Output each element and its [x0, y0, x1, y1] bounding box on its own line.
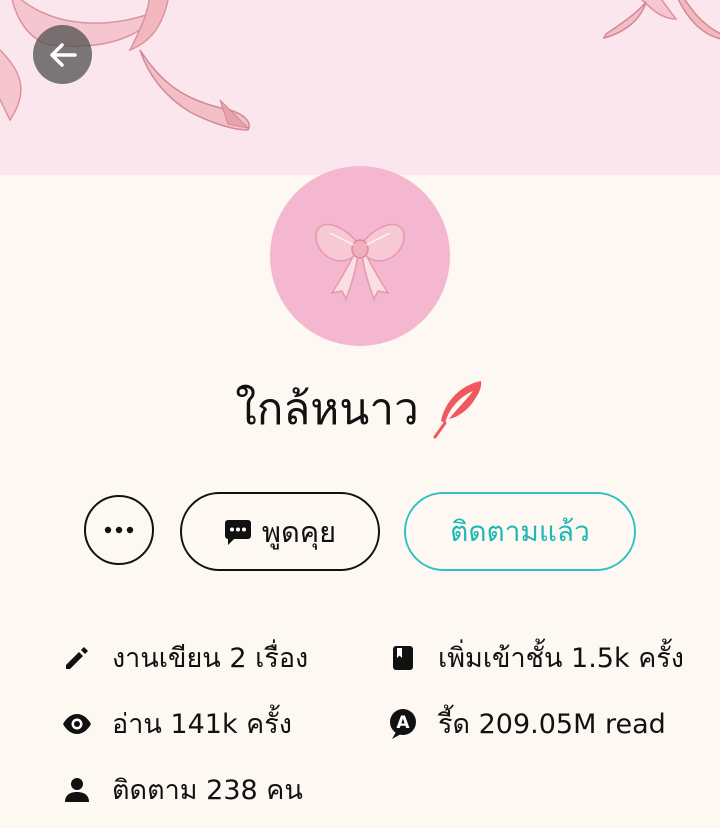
profile-name: ใกล้หนาว	[235, 384, 419, 435]
profile-actions: พูดคุย ติดตามแล้ว	[0, 492, 720, 572]
book-icon	[388, 643, 418, 673]
stat-reads-total: A รี้ด 209.05M read	[388, 702, 666, 745]
avatar[interactable]	[270, 166, 450, 346]
chat-bubble-icon	[224, 519, 251, 545]
svg-text:A: A	[396, 713, 410, 733]
eye-icon	[62, 709, 92, 739]
pencil-icon	[62, 643, 92, 673]
more-dots-icon	[104, 526, 134, 534]
following-button-label: ติดตามแล้ว	[450, 514, 590, 548]
more-options-button[interactable]	[84, 495, 154, 565]
stat-followers: ติดตาม 238 คน	[62, 768, 303, 811]
stat-followers-label: ติดตาม 238 คน	[112, 775, 303, 806]
a-badge-icon: A	[388, 708, 418, 739]
back-button[interactable]	[33, 25, 92, 84]
arrow-left-icon	[49, 42, 77, 67]
stat-reads: อ่าน 141k ครั้ง	[62, 702, 292, 745]
profile-name-row: ใกล้หนาว	[0, 370, 720, 448]
bow-image	[315, 223, 405, 301]
chat-button[interactable]: พูดคุย	[180, 492, 380, 571]
feather-icon	[433, 381, 481, 439]
profile-banner	[0, 0, 720, 175]
stat-library: เพิ่มเข้าชั้น 1.5k ครั้ง	[388, 636, 684, 679]
chat-button-label: พูดคุย	[261, 514, 337, 549]
stat-library-label: เพิ่มเข้าชั้น 1.5k ครั้ง	[438, 643, 684, 674]
ribbon-decoration-right	[602, 0, 720, 40]
following-button[interactable]: ติดตามแล้ว	[404, 492, 636, 571]
person-icon	[62, 775, 92, 805]
stat-reads-total-label: รี้ด 209.05M read	[438, 709, 666, 740]
stat-reads-label: อ่าน 141k ครั้ง	[112, 709, 292, 740]
stat-works-label: งานเขียน 2 เรื่อง	[112, 643, 309, 674]
stat-works: งานเขียน 2 เรื่อง	[62, 636, 308, 679]
